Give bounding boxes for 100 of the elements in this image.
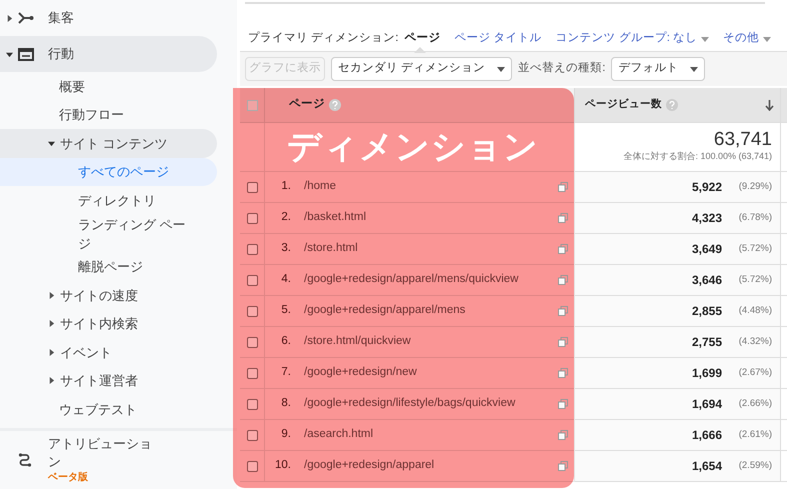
nav-label: 概要: [59, 78, 85, 96]
row-checkbox[interactable]: [246, 336, 258, 348]
select-all-checkbox[interactable]: [246, 100, 258, 110]
dropdown-caret-icon: [763, 36, 772, 42]
column-header[interactable]: ページビュー数: [575, 88, 781, 123]
open-link-icon[interactable]: [558, 368, 568, 378]
column-header[interactable]: ページ: [265, 88, 575, 123]
open-link-icon[interactable]: [558, 461, 568, 471]
pageview-percent: (2.59%): [738, 458, 772, 473]
dropdown-caret-icon: [690, 66, 698, 72]
nav-item[interactable]: サイト内検索: [0, 310, 217, 338]
nav-item[interactable]: サイト コンテンツ: [0, 129, 217, 158]
pageview-count: 2,755: [692, 334, 722, 351]
pageview-count: 5,922: [692, 179, 722, 196]
caret-right-icon[interactable]: [48, 292, 55, 299]
dropdown-caret-icon: [701, 36, 710, 42]
caret-right-icon[interactable]: [6, 14, 12, 22]
total-share: 全体に対する割合: 100.00% (63,741): [623, 150, 772, 164]
page-link[interactable]: /asearch.html: [304, 426, 374, 444]
caret-down-icon[interactable]: [48, 140, 55, 147]
open-link-icon[interactable]: [558, 337, 568, 347]
row-index: 9.: [280, 427, 291, 442]
page-link[interactable]: /store.html: [304, 240, 358, 258]
nav-item[interactable]: ウェブテスト: [0, 395, 217, 424]
page-link[interactable]: /google+redesign/lifestyle/bags/quickview: [304, 395, 516, 413]
nav-item[interactable]: 離脱ページ: [0, 252, 217, 281]
dimension-tab[interactable]: その他: [723, 30, 772, 48]
nav-item[interactable]: サイト運営者: [0, 366, 217, 395]
nav-item[interactable]: ランディング ページ: [0, 214, 217, 252]
dimension-tab[interactable]: コンテンツ グループ: なし: [556, 30, 710, 48]
row-checkbox[interactable]: [246, 398, 258, 410]
row-checkbox[interactable]: [246, 244, 258, 254]
branch-icon: [18, 12, 34, 24]
open-link-icon[interactable]: [558, 430, 568, 440]
nav-item[interactable]: サイトの速度: [0, 281, 217, 310]
nav-label: 行動フロー: [59, 106, 124, 124]
row-checkbox[interactable]: [246, 274, 258, 286]
page-link[interactable]: /google+redesign/new: [304, 364, 417, 382]
page-link[interactable]: /home: [304, 178, 336, 196]
row-checkbox[interactable]: [246, 306, 258, 316]
page-link[interactable]: /basket.html: [304, 209, 366, 227]
nav-label: 離脱ページ: [78, 258, 143, 276]
nav-label: 集客: [48, 9, 74, 27]
nav-item[interactable]: すべてのページ: [0, 158, 217, 186]
secondary-dimension-dropdown[interactable]: セカンダリ ディメンション: [331, 57, 512, 81]
page-link[interactable]: /google+redesign/apparel/mens/quickview: [304, 271, 518, 289]
caret-right-icon[interactable]: [48, 348, 55, 356]
row-index: 4.: [280, 272, 291, 288]
page-link[interactable]: /google+redesign/apparel/mens: [304, 302, 466, 320]
nav-item[interactable]: イベント: [0, 338, 217, 366]
row-checkbox[interactable]: [246, 212, 258, 224]
row-checkbox[interactable]: [246, 368, 258, 378]
dimension-tab[interactable]: ページ タイトル: [454, 30, 542, 48]
caret-right-icon[interactable]: [48, 377, 55, 384]
nav-label: サイト コンテンツ: [60, 134, 168, 152]
row-checkbox[interactable]: [246, 182, 258, 192]
nav-label: サイトの速度: [60, 286, 138, 304]
open-link-icon[interactable]: [558, 182, 568, 192]
pageview-count: 4,323: [692, 210, 722, 227]
nav-label: ウェブテスト: [59, 400, 137, 418]
open-link-icon[interactable]: [558, 213, 568, 223]
sort-dropdown[interactable]: デフォルト: [611, 57, 706, 81]
nav-item[interactable]: 集客: [0, 0, 217, 36]
open-link-icon[interactable]: [558, 244, 568, 254]
row-checkbox[interactable]: [246, 430, 258, 440]
window-icon: [18, 48, 34, 60]
nav-item[interactable]: アトリビューション ベータ版: [0, 434, 217, 484]
sort-arrow-icon: [765, 100, 774, 110]
row-index: 6.: [280, 334, 291, 350]
pageview-percent: (2.66%): [738, 396, 772, 411]
nav-item[interactable]: 行動: [0, 36, 217, 72]
nav-item[interactable]: 概要: [0, 72, 217, 100]
nav-label: 行動: [48, 45, 74, 63]
pageview-count: 1,654: [692, 458, 722, 475]
row-index: 1.: [280, 179, 291, 194]
row-index: 10.: [274, 458, 291, 474]
open-link-icon[interactable]: [558, 306, 568, 316]
pageview-percent: (5.72%): [738, 242, 772, 256]
open-link-icon[interactable]: [558, 399, 568, 409]
row-index: 7.: [280, 365, 291, 380]
caret-right-icon[interactable]: [48, 320, 55, 328]
row-checkbox[interactable]: [246, 460, 258, 472]
nav-item[interactable]: ディレクトリ: [0, 186, 217, 214]
pageview-count: 1,694: [692, 396, 722, 413]
nav-item[interactable]: 行動フロー: [0, 100, 217, 129]
page-link[interactable]: /google+redesign/apparel: [304, 457, 434, 475]
nav-label: サイト内検索: [60, 315, 138, 333]
overlay-label: ディメンション: [287, 127, 539, 167]
pageview-percent: (2.61%): [738, 428, 772, 442]
pageview-count: 1,666: [692, 427, 722, 444]
nav-label: すべてのページ: [78, 163, 169, 182]
total-value: 63,741: [714, 130, 772, 150]
page-link[interactable]: /store.html/quickview: [304, 333, 411, 351]
pageview-count: 3,646: [692, 272, 722, 289]
sort-label: 並べ替えの種類:: [518, 60, 606, 76]
nav-label: ディレクトリ: [78, 192, 156, 210]
open-link-icon[interactable]: [558, 275, 568, 285]
nav-label: イベント: [60, 344, 112, 362]
pageview-count: 3,649: [692, 241, 722, 258]
caret-down-icon[interactable]: [6, 50, 12, 58]
